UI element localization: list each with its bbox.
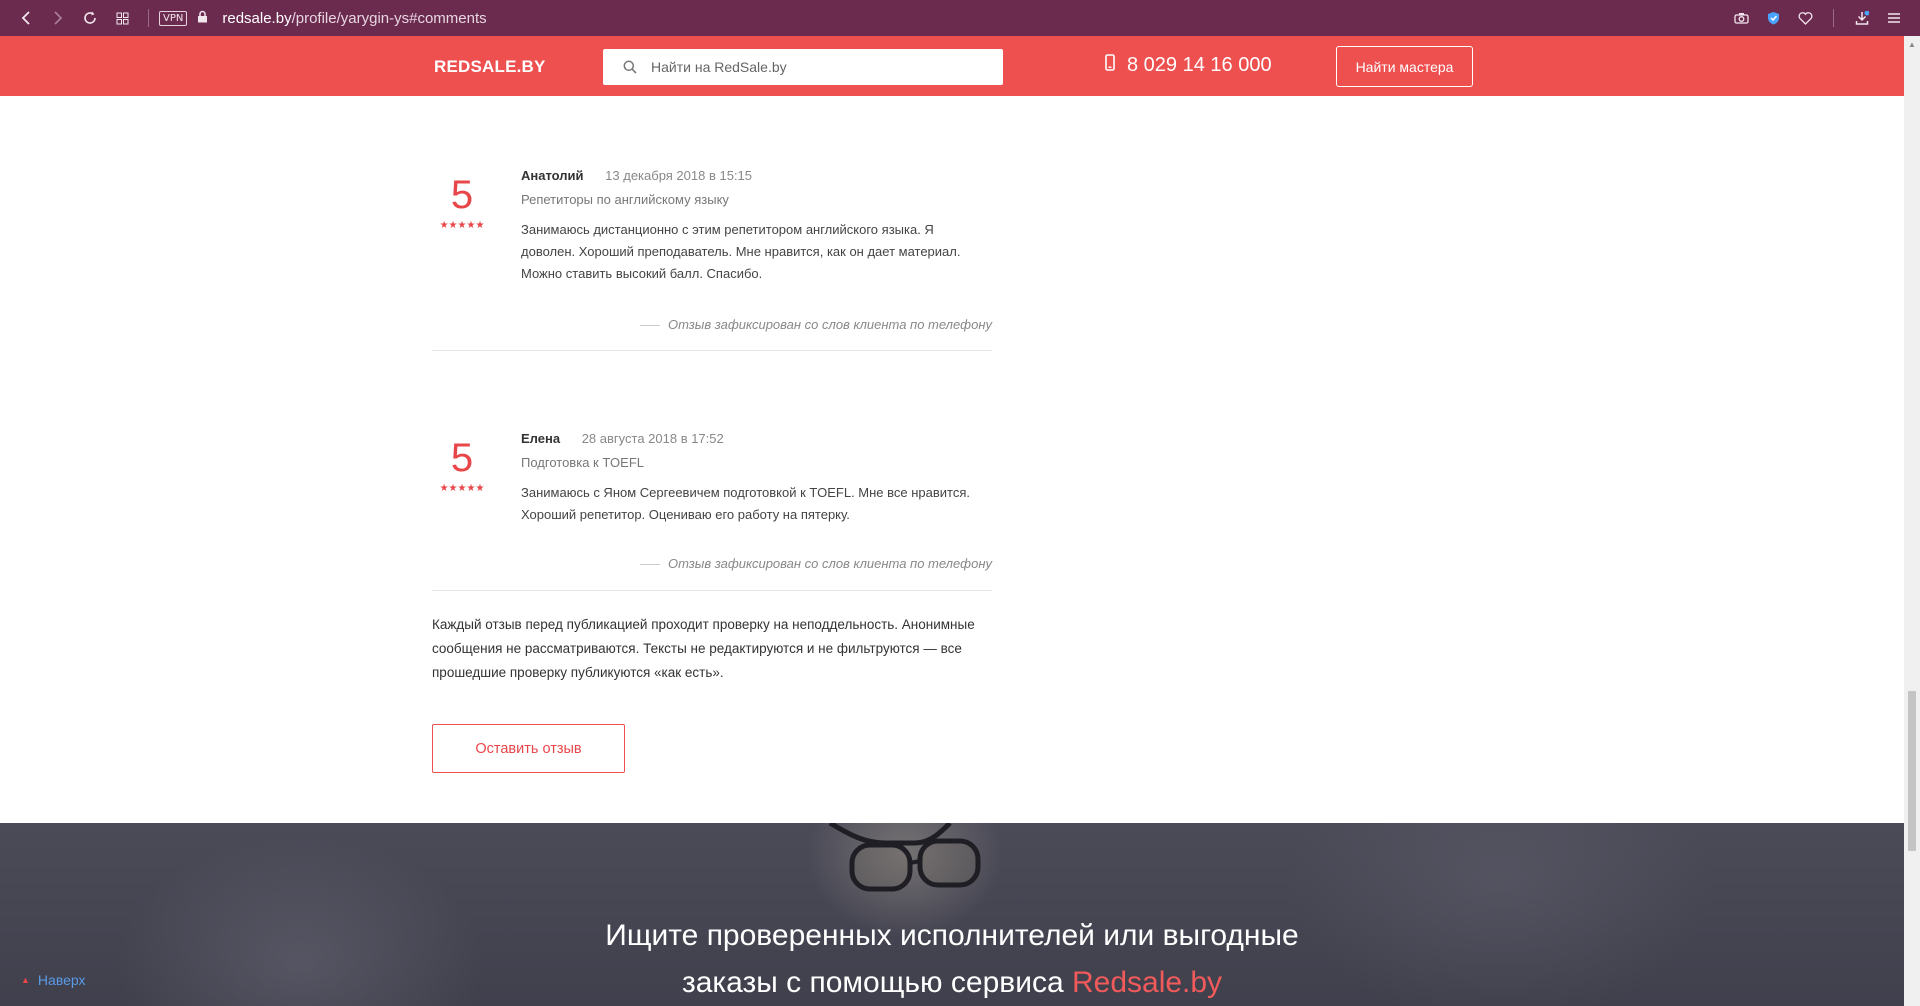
review-text: Занимаюсь дистанционно с этим репетиторо…	[521, 222, 961, 281]
review-note-text: Отзыв зафиксирован со слов клиента по те…	[667, 317, 992, 332]
forward-icon[interactable]	[42, 2, 74, 34]
toolbar-divider-right	[1833, 9, 1834, 27]
review-score-value: 5	[450, 173, 474, 217]
shield-icon[interactable]	[1759, 2, 1787, 34]
review-item: 5 ★★★★★ Анатолий 13 декабря 2018 в 15:15…	[432, 163, 992, 351]
search-icon	[623, 60, 637, 74]
tabs-grid-icon[interactable]	[106, 2, 138, 34]
review-score: 5 ★★★★★	[432, 438, 492, 494]
vpn-badge[interactable]: VPN	[159, 10, 188, 26]
browser-nav: VPN redsale.by/profile/yarygin-ys#commen…	[10, 2, 487, 34]
review-note: Отзыв зафиксирован со слов клиента по те…	[639, 556, 992, 571]
camera-icon[interactable]	[1727, 2, 1755, 34]
heart-icon[interactable]	[1791, 2, 1819, 34]
note-dash	[639, 564, 660, 566]
find-master-button[interactable]: Найти мастера	[1336, 46, 1473, 87]
banner-headline: Ищите проверенных исполнителей или выгод…	[0, 912, 1904, 1006]
phone-icon	[1105, 54, 1115, 77]
review-category: Репетиторы по английскому языку	[521, 192, 729, 207]
promo-banner: Ищите проверенных исполнителей или выгод…	[0, 823, 1904, 1006]
browser-toolbar: VPN redsale.by/profile/yarygin-ys#commen…	[0, 0, 1920, 36]
phone-contact[interactable]: 8 029 14 16 000	[1105, 54, 1272, 77]
url-domain: redsale.by	[222, 9, 292, 27]
banner-line-2: заказы с помощью сервиса Redsale.by	[0, 959, 1904, 1006]
review-body: Елена 28 августа 2018 в 17:52 Подготовка…	[521, 431, 991, 526]
reviews-disclaimer: Каждый отзыв перед публикацией проходит …	[432, 617, 975, 680]
back-to-top-label: Наверх	[37, 972, 86, 988]
review-category: Подготовка к TOEFL	[521, 455, 644, 470]
search-input[interactable]	[651, 59, 971, 75]
banner-brand: Redsale.by	[1071, 966, 1223, 999]
review-score-value: 5	[450, 436, 474, 480]
address-bar[interactable]: redsale.by/profile/yarygin-ys#comments	[222, 10, 486, 27]
leave-review-button[interactable]: Оставить отзыв	[432, 724, 625, 773]
scroll-up-arrow-icon[interactable]: ▲	[1908, 40, 1916, 49]
download-icon[interactable]	[1848, 2, 1876, 34]
phone-number: 8 029 14 16 000	[1127, 54, 1272, 76]
star-rating-icon: ★★★★★	[439, 220, 485, 231]
review-note-text: Отзыв зафиксирован со слов клиента по те…	[667, 556, 992, 571]
review-item: 5 ★★★★★ Елена 28 августа 2018 в 17:52 По…	[432, 426, 992, 591]
review-score: 5 ★★★★★	[432, 175, 492, 231]
review-author: Елена	[521, 431, 561, 446]
review-date: 28 августа 2018 в 17:52	[581, 431, 724, 446]
browser-actions	[1727, 0, 1908, 36]
toolbar-divider	[148, 9, 149, 27]
site-logo[interactable]: REDSALE.BY	[434, 57, 546, 77]
review-note: Отзыв зафиксирован со слов клиента по те…	[639, 317, 992, 332]
banner-line-2-text: заказы с помощью сервиса	[681, 966, 1072, 999]
review-date: 13 декабря 2018 в 15:15	[605, 168, 753, 183]
star-rating-icon: ★★★★★	[439, 483, 485, 494]
back-icon[interactable]	[10, 2, 42, 34]
banner-line-1: Ищите проверенных исполнителей или выгод…	[605, 919, 1299, 952]
back-to-top-link[interactable]: ▲ Наверх	[21, 972, 86, 988]
review-author: Анатолий	[521, 168, 584, 183]
reload-icon[interactable]	[74, 2, 106, 34]
site-header: REDSALE.BY 8 029 14 16 000 Найти мастера	[0, 36, 1904, 96]
arrow-up-icon: ▲	[21, 975, 30, 985]
glasses-photo-icon	[828, 823, 981, 892]
page-scrollbar[interactable]: ▲	[1904, 36, 1920, 1006]
review-body: Анатолий 13 декабря 2018 в 15:15 Репетит…	[521, 168, 991, 285]
search-box[interactable]	[603, 49, 1003, 85]
review-meta: Елена 28 августа 2018 в 17:52	[521, 431, 991, 446]
menu-icon[interactable]	[1880, 2, 1908, 34]
review-meta: Анатолий 13 декабря 2018 в 15:15	[521, 168, 991, 183]
review-text: Занимаюсь с Яном Сергеевичем подготовкой…	[521, 485, 971, 522]
url-path: /profile/yarygin-ys#comments	[291, 9, 487, 27]
lock-icon[interactable]	[197, 10, 208, 26]
note-dash	[639, 325, 660, 327]
scrollbar-thumb[interactable]	[1908, 691, 1916, 851]
